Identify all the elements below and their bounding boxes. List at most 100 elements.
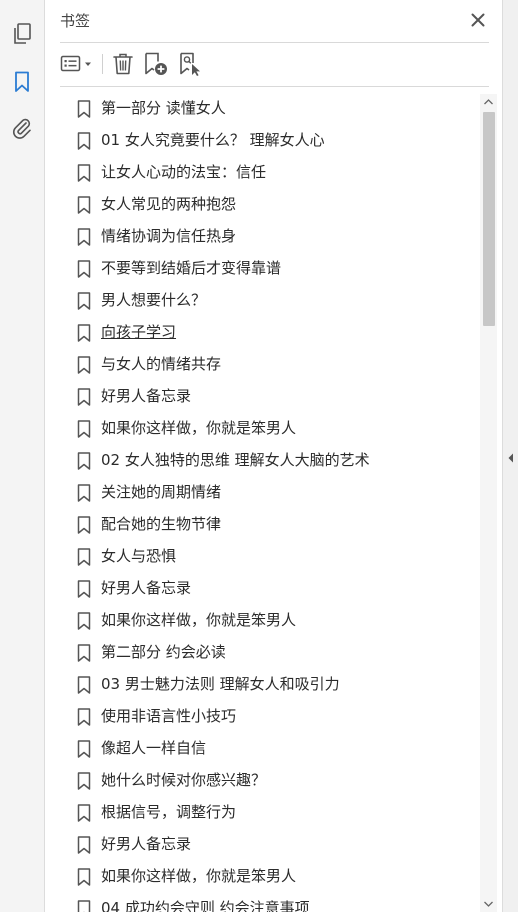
bookmark-label: 不要等到结婚后才变得靠谱 <box>101 259 282 277</box>
bookmark-label: 好男人备忘录 <box>101 579 192 597</box>
vertical-scrollbar[interactable] <box>480 94 497 912</box>
bookmark-item[interactable]: 向孩子学习 <box>60 318 480 346</box>
bookmark-icon <box>77 612 91 630</box>
scroll-down-arrow-icon[interactable] <box>480 896 497 912</box>
bookmark-item[interactable]: 男人想要什么？ <box>60 286 480 314</box>
bookmark-item[interactable]: 不要等到结婚后才变得靠谱 <box>60 254 480 282</box>
bookmark-item[interactable]: 01 女人究竟要什么？ 理解女人心 <box>60 126 480 154</box>
bookmark-icon <box>77 228 91 246</box>
bookmark-label: 04 成功约会守则 约会注意事项 <box>101 899 310 912</box>
bookmark-label: 向孩子学习 <box>101 323 177 341</box>
collapse-arrow-icon[interactable] <box>506 452 516 464</box>
toolbar-divider <box>60 86 489 87</box>
close-icon[interactable] <box>468 10 488 30</box>
bookmark-item[interactable]: 根据信号，调整行为 <box>60 798 480 826</box>
scrollbar-thumb[interactable] <box>483 112 495 326</box>
bookmark-icon <box>77 580 91 598</box>
panel-header: 书签 <box>45 0 502 42</box>
bookmark-icon <box>77 548 91 566</box>
bookmark-label: 像超人一样自信 <box>101 739 207 757</box>
bookmark-icon <box>77 420 91 438</box>
bookmark-label: 如果你这样做，你就是笨男人 <box>101 611 297 629</box>
bookmark-item[interactable]: 第二部分 约会必读 <box>60 638 480 666</box>
bookmark-item[interactable]: 使用非语言性小技巧 <box>60 702 480 730</box>
navigation-rail <box>0 0 45 912</box>
bookmark-icon <box>77 900 91 912</box>
panel-title: 书签 <box>60 12 91 30</box>
bookmark-label: 好男人备忘录 <box>101 835 192 853</box>
bookmark-label: 如果你这样做，你就是笨男人 <box>101 867 297 885</box>
bookmark-item[interactable]: 如果你这样做，你就是笨男人 <box>60 862 480 890</box>
scroll-up-arrow-icon[interactable] <box>480 94 497 110</box>
bookmark-icon <box>77 388 91 406</box>
bookmarks-panel: 书签 第一部分 读懂女人 01 女人究竟要什么？ 理解女人心 让女人心动的法宝：… <box>45 0 502 912</box>
bookmark-label: 01 女人究竟要什么？ 理解女人心 <box>101 131 325 149</box>
bookmark-icon <box>77 772 91 790</box>
bookmark-label: 使用非语言性小技巧 <box>101 707 237 725</box>
bookmarks-window: 书签 第一部分 读懂女人 01 女人究竟要什么？ 理解女人心 让女人心动的法宝：… <box>0 0 518 912</box>
bookmark-item[interactable]: 如果你这样做，你就是笨男人 <box>60 606 480 634</box>
bookmark-icon <box>77 740 91 758</box>
bookmark-icon <box>77 836 91 854</box>
attachment-icon[interactable] <box>8 114 36 142</box>
bookmark-label: 男人想要什么？ <box>101 291 207 309</box>
panel-collapse-strip[interactable] <box>502 0 518 912</box>
bookmark-item[interactable]: 好男人备忘录 <box>60 830 480 858</box>
bookmark-item[interactable]: 情绪协调为信任热身 <box>60 222 480 250</box>
bookmark-icon <box>77 164 91 182</box>
bookmark-icon <box>77 356 91 374</box>
options-menu-icon[interactable] <box>60 50 96 78</box>
bookmark-label: 03 男士魅力法则 理解女人和吸引力 <box>101 675 340 693</box>
bookmark-label: 02 女人独特的思维 理解女人大脑的艺术 <box>101 451 370 469</box>
bookmark-icon <box>77 292 91 310</box>
delete-icon[interactable] <box>110 50 136 78</box>
bookmark-label: 女人常见的两种抱怨 <box>101 195 237 213</box>
bookmark-icon <box>77 132 91 150</box>
bookmark-label: 让女人心动的法宝：信任 <box>101 163 267 181</box>
bookmark-icon <box>77 516 91 534</box>
bookmark-icon <box>77 484 91 502</box>
bookmark-item[interactable]: 好男人备忘录 <box>60 382 480 410</box>
bookmark-list: 第一部分 读懂女人 01 女人究竟要什么？ 理解女人心 让女人心动的法宝：信任 女人常… <box>60 94 480 912</box>
bookmark-item[interactable]: 与女人的情绪共存 <box>60 350 480 378</box>
bookmark-label: 第一部分 读懂女人 <box>101 99 226 117</box>
header-divider <box>60 42 489 43</box>
bookmark-from-selection-icon[interactable] <box>176 50 204 78</box>
new-bookmark-icon[interactable] <box>142 50 170 78</box>
bookmark-item[interactable]: 像超人一样自信 <box>60 734 480 762</box>
bookmark-icon <box>77 708 91 726</box>
bookmark-item[interactable]: 04 成功约会守则 约会注意事项 <box>60 894 480 912</box>
bookmark-label: 根据信号，调整行为 <box>101 803 237 821</box>
bookmark-item[interactable]: 好男人备忘录 <box>60 574 480 602</box>
bookmark-icon <box>77 644 91 662</box>
toolbar-separator <box>102 54 103 74</box>
bookmark-item[interactable]: 03 男士魅力法则 理解女人和吸引力 <box>60 670 480 698</box>
bookmark-icon <box>77 804 91 822</box>
bookmark-label: 好男人备忘录 <box>101 387 192 405</box>
bookmark-icon[interactable] <box>8 68 36 96</box>
bookmark-label: 与女人的情绪共存 <box>101 355 222 373</box>
bookmark-icon <box>77 324 91 342</box>
bookmark-icon <box>77 676 91 694</box>
bookmark-item[interactable]: 女人常见的两种抱怨 <box>60 190 480 218</box>
bookmark-icon <box>77 100 91 118</box>
bookmark-item[interactable]: 02 女人独特的思维 理解女人大脑的艺术 <box>60 446 480 474</box>
bookmark-item[interactable]: 关注她的周期情绪 <box>60 478 480 506</box>
bookmark-icon <box>77 452 91 470</box>
bookmark-item[interactable]: 女人与恐惧 <box>60 542 480 570</box>
pages-icon[interactable] <box>8 20 36 48</box>
bookmark-label: 女人与恐惧 <box>101 547 177 565</box>
bookmark-label: 配合她的生物节律 <box>101 515 222 533</box>
bookmarks-toolbar <box>60 48 489 80</box>
bookmark-label: 关注她的周期情绪 <box>101 483 222 501</box>
bookmark-icon <box>77 260 91 278</box>
bookmark-icon <box>77 196 91 214</box>
bookmark-item[interactable]: 让女人心动的法宝：信任 <box>60 158 480 186</box>
bookmark-label: 她什么时候对你感兴趣？ <box>101 771 267 789</box>
bookmark-label: 情绪协调为信任热身 <box>101 227 237 245</box>
bookmark-item[interactable]: 配合她的生物节律 <box>60 510 480 538</box>
bookmark-item[interactable]: 如果你这样做，你就是笨男人 <box>60 414 480 442</box>
bookmark-icon <box>77 868 91 886</box>
bookmark-item[interactable]: 她什么时候对你感兴趣？ <box>60 766 480 794</box>
bookmark-item[interactable]: 第一部分 读懂女人 <box>60 94 480 122</box>
